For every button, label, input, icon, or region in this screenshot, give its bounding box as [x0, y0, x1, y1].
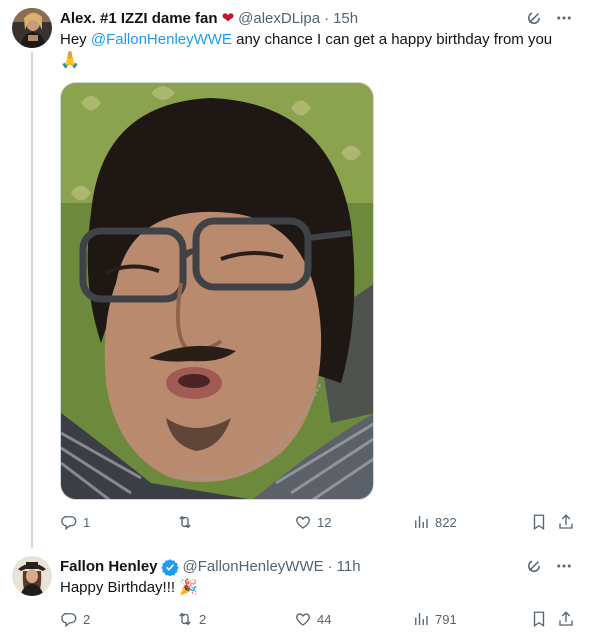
bookmark-icon — [533, 611, 545, 628]
avatar[interactable] — [12, 556, 52, 596]
tweet-text: Hey @FallonHenleyWWE any chance I can ge… — [60, 30, 572, 72]
bookmark-icon — [533, 514, 545, 531]
view-count: 791 — [435, 611, 457, 627]
author-handle[interactable]: @alexDLipa — [238, 9, 320, 29]
avatar[interactable] — [12, 8, 52, 48]
view-count: 822 — [435, 514, 457, 530]
tweet-photo[interactable] — [60, 82, 374, 500]
header-actions — [524, 556, 574, 576]
tweet-actions: 2 2 44 791 — [60, 610, 580, 630]
retweet-icon — [179, 612, 191, 626]
retweet-button[interactable] — [176, 513, 199, 531]
author-name[interactable]: Fallon Henley — [60, 557, 158, 577]
timestamp[interactable]: 15h — [333, 9, 358, 29]
verified-badge-icon — [160, 558, 179, 577]
timestamp[interactable]: 11h — [337, 557, 361, 577]
author-handle[interactable]: @FallonHenleyWWE — [183, 557, 324, 577]
mention-link[interactable]: @FallonHenleyWWE — [91, 31, 232, 48]
bookmark-button[interactable] — [530, 610, 548, 628]
reply-button[interactable]: 1 — [60, 513, 90, 531]
separator: · — [327, 558, 333, 575]
grok-icon[interactable] — [524, 556, 544, 576]
text-start: Hey — [60, 31, 91, 48]
separator: · — [324, 10, 330, 27]
share-icon — [559, 514, 573, 529]
more-icon[interactable] — [554, 556, 574, 576]
more-icon[interactable] — [554, 8, 574, 28]
text-end: any chance I can get a happy birthday fr… — [231, 31, 553, 48]
like-icon — [296, 613, 310, 626]
reply-icon — [61, 613, 77, 628]
tweet-header: Alex. #1 IZZI dame fan ❤ @alexDLipa · 15… — [60, 9, 358, 29]
pray-emoji-icon: 🙏 — [60, 52, 80, 69]
grok-icon[interactable] — [524, 8, 544, 28]
author-name[interactable]: Alex. #1 IZZI dame fan — [60, 9, 218, 29]
views-button[interactable]: 822 — [412, 513, 457, 531]
share-button[interactable] — [557, 610, 575, 628]
like-button[interactable]: 12 — [294, 513, 331, 531]
selfie-photo-icon — [61, 83, 373, 499]
bookmark-button[interactable] — [530, 513, 548, 531]
header-actions — [524, 8, 574, 28]
share-icon — [559, 611, 573, 626]
tweet-actions: 1 12 822 — [60, 513, 580, 533]
reply-icon — [61, 516, 77, 531]
views-button[interactable]: 791 — [412, 610, 457, 628]
reply-count: 1 — [83, 514, 91, 530]
tweet[interactable]: Fallon Henley @FallonHenleyWWE · 11h Hap… — [0, 548, 590, 641]
like-count: 12 — [317, 514, 332, 530]
retweet-icon — [179, 515, 191, 529]
like-button[interactable]: 44 — [294, 610, 331, 628]
thread-line — [31, 52, 33, 548]
heart-emoji-icon: ❤ — [221, 10, 235, 27]
like-count: 44 — [317, 611, 332, 627]
tweet-body: Happy Birthday!!! 🎉 — [60, 579, 198, 596]
avatar-image — [12, 556, 52, 596]
avatar-image — [12, 8, 52, 48]
retweet-count: 2 — [199, 611, 207, 627]
tweet-header: Fallon Henley @FallonHenleyWWE · 11h — [60, 557, 361, 577]
tweet-text: Happy Birthday!!! 🎉 — [60, 578, 572, 598]
like-icon — [296, 516, 310, 529]
tweet[interactable]: Alex. #1 IZZI dame fan ❤ @alexDLipa · 15… — [0, 0, 590, 548]
reply-button[interactable]: 2 — [60, 610, 90, 628]
share-button[interactable] — [557, 513, 575, 531]
views-icon — [415, 516, 428, 528]
retweet-button[interactable]: 2 — [176, 610, 206, 628]
views-icon — [415, 613, 428, 625]
reply-count: 2 — [83, 611, 91, 627]
